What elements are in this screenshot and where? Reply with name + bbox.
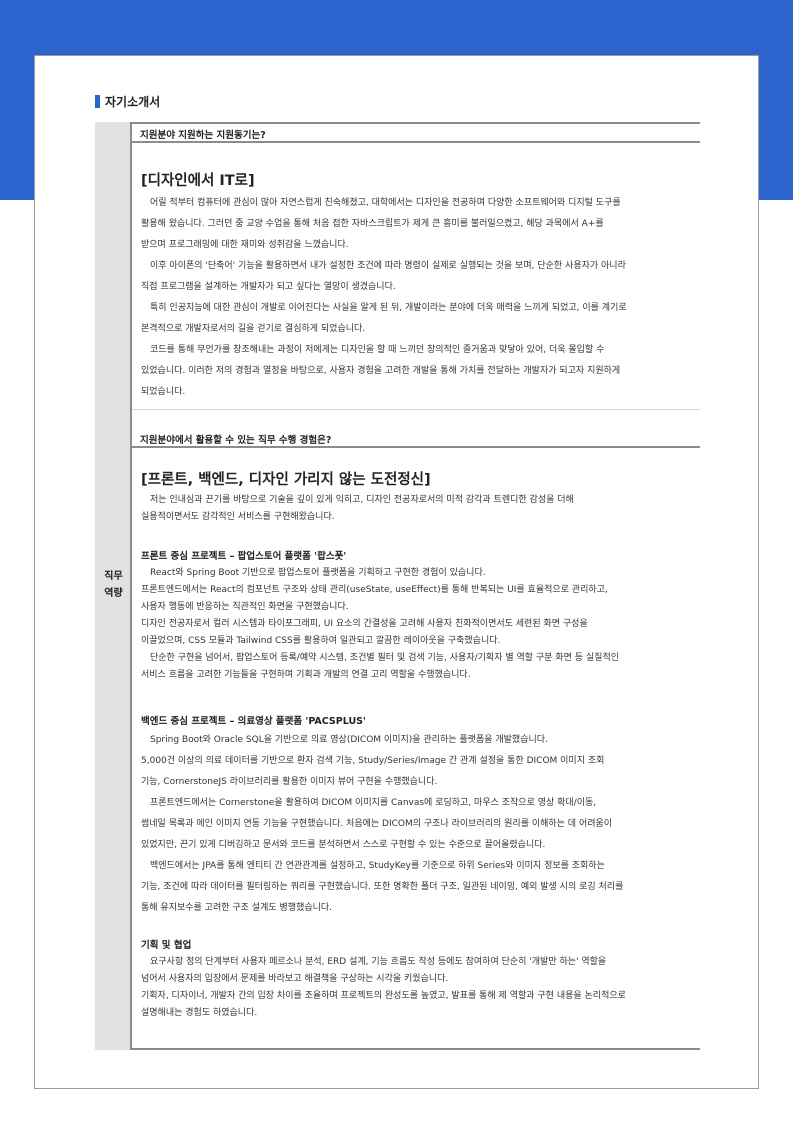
back-project-block: 백엔드 중심 프로젝트 – 의료영상 플랫폼 'PACSPLUS' Spring… bbox=[141, 713, 696, 919]
back-project-line: 프론트엔드에서는 Cornerstone을 활용하여 DICOM 이미지를 Ca… bbox=[150, 798, 597, 808]
question-2-text: 지원분야에서 활용할 수 있는 직무 수행 경험은? bbox=[140, 435, 332, 446]
question-separator bbox=[132, 409, 700, 410]
answer-1-line: 받으며 프로그래밍에 대한 재미와 성취감을 느꼈습니다. bbox=[141, 240, 349, 250]
answer-1-line: 본격적으로 개발자로서의 길을 걷기로 결심하게 되었습니다. bbox=[141, 324, 366, 334]
planning-line: 요구사항 정의 단계부터 사용자 페르소나 분석, ERD 설계, 기능 흐름도… bbox=[150, 957, 607, 967]
answer-1-title: [디자인에서 IT로] bbox=[141, 173, 255, 189]
answer-2-intro-line: 저는 인내심과 끈기를 바탕으로 기술을 깊이 있게 익히고, 디자인 전공자로… bbox=[150, 495, 574, 505]
front-project-line: 사용자 행동에 반응하는 직관적인 화면을 구현했습니다. bbox=[141, 602, 349, 612]
back-project-line: 기능, 조건에 따라 데이터를 필터링하는 쿼리를 구현했습니다. 또한 명확한… bbox=[141, 882, 624, 892]
side-label: 직무 역량 bbox=[95, 568, 132, 602]
answer-1-line: 직접 프로그램을 설계하는 개발자가 되고 싶다는 열망이 생겼습니다. bbox=[141, 282, 396, 292]
back-project-line: 썸네일 목록과 메인 이미지 연동 기능을 구현했습니다. 처음에는 DICOM… bbox=[141, 819, 613, 829]
side-label-line-1: 직무 bbox=[104, 571, 123, 582]
answer-1-line: 있었습니다. 이러한 저의 경험과 열정을 바탕으로, 사용자 경험을 고려한 … bbox=[141, 366, 621, 376]
back-project-line: 기능, CornerstoneJS 라이브러리를 활용한 이미지 뷰어 구현을 … bbox=[141, 777, 438, 787]
planning-title: 기획 및 협업 bbox=[141, 940, 192, 951]
back-project-title: 백엔드 중심 프로젝트 – 의료영상 플랫폼 'PACSPLUS' bbox=[141, 716, 366, 727]
section-title: 자기소개서 bbox=[105, 94, 161, 109]
heading-marker bbox=[95, 94, 100, 108]
back-project-line: Spring Boot와 Oracle SQL을 기반으로 의료 영상(DICO… bbox=[150, 735, 548, 745]
answer-1-line: 특히 인공지능에 대한 관심이 개발로 이어진다는 사실을 알게 된 뒤, 개발… bbox=[150, 303, 627, 313]
answer-1-line: 이후 아이폰의 '단축어' 기능을 활용하면서 내가 설정한 조건에 따라 명령… bbox=[150, 261, 626, 271]
answer-2: [프론트, 백엔드, 디자인 가리지 않는 도전정신] 저는 인내심과 끈기를 … bbox=[141, 470, 696, 526]
front-project-line: 프론트엔드에서는 React의 컴포넌트 구조와 상태 관리(useState,… bbox=[141, 585, 608, 595]
front-project-title: 프론트 중심 프로젝트 – 팝업스토어 플랫폼 '팝스폿' bbox=[141, 551, 347, 562]
answer-2-title: [프론트, 백엔드, 디자인 가리지 않는 도전정신] bbox=[141, 472, 431, 488]
answer-1: [디자인에서 IT로] 어릴 적부터 컴퓨터에 관심이 많아 자연스럽게 친숙해… bbox=[141, 171, 696, 403]
back-project-line: 백엔드에서는 JPA를 통해 엔티티 간 연관관계를 설정하고, StudyKe… bbox=[150, 861, 605, 871]
answer-2-intro-line: 실용적이면서도 감각적인 서비스를 구현해왔습니다. bbox=[141, 512, 335, 522]
front-project-line: 디자인 전공자로서 컬러 시스템과 타이포그래피, UI 요소의 간결성을 고려… bbox=[141, 619, 588, 629]
back-project-line: 통해 유지보수를 고려한 구조 설계도 병행했습니다. bbox=[141, 903, 333, 913]
front-project-line: 서비스 흐름을 고려한 기능들을 구현하며 기획과 개발의 연결 고리 역할을 … bbox=[141, 670, 471, 680]
question-2-bar: 지원분야에서 활용할 수 있는 직무 수행 경험은? bbox=[132, 429, 700, 448]
answer-1-line: 어릴 적부터 컴퓨터에 관심이 많아 자연스럽게 친숙해졌고, 대학에서는 디자… bbox=[150, 198, 621, 208]
front-project-block: 프론트 중심 프로젝트 – 팝업스토어 플랫폼 '팝스폿' React와 Spr… bbox=[141, 548, 696, 684]
question-1-text: 지원분야 지원하는 지원동기는? bbox=[140, 130, 266, 141]
planning-line: 넘어서 사용자의 입장에서 문제를 바라보고 해결책을 구상하는 시각을 키웠습… bbox=[141, 974, 449, 984]
planning-line: 기획자, 디자이너, 개발자 간의 입장 차이를 조율하며 프로젝트의 완성도를… bbox=[141, 991, 626, 1001]
section-heading: 자기소개서 bbox=[95, 92, 160, 110]
question-1-bar: 지원분야 지원하는 지원동기는? bbox=[132, 124, 700, 143]
front-project-line: 이끌었으며, CSS 모듈과 Tailwind CSS를 활용하여 일관되고 깔… bbox=[141, 636, 501, 646]
back-project-line: 5,000건 이상의 의료 데이터를 기반으로 환자 검색 기능, Study/… bbox=[141, 756, 605, 766]
answer-1-line: 활용해 왔습니다. 그러던 중 교양 수업을 통해 처음 접한 자바스크립트가 … bbox=[141, 219, 604, 229]
planning-block: 기획 및 협업 요구사항 정의 단계부터 사용자 페르소나 분석, ERD 설계… bbox=[141, 937, 696, 1022]
back-project-line: 있었지만, 끈기 있게 디버깅하고 문서와 코드를 분석하면서 스스로 구현할 … bbox=[141, 840, 546, 850]
side-label-line-2: 역량 bbox=[104, 588, 123, 599]
answer-1-line: 되었습니다. bbox=[141, 387, 186, 397]
front-project-line: 단순한 구현을 넘어서, 팝업스토어 등록/예약 시스템, 조건별 필터 및 검… bbox=[150, 653, 620, 663]
table-bottom-rule bbox=[132, 1048, 700, 1050]
front-project-line: React와 Spring Boot 기반으로 팝업스토어 플랫폼을 기획하고 … bbox=[150, 568, 486, 578]
answer-1-line: 코드를 통해 무언가를 창조해내는 과정이 저에게는 디자인을 할 때 느끼던 … bbox=[150, 345, 605, 355]
planning-line: 설명해내는 경험도 하였습니다. bbox=[141, 1008, 258, 1018]
